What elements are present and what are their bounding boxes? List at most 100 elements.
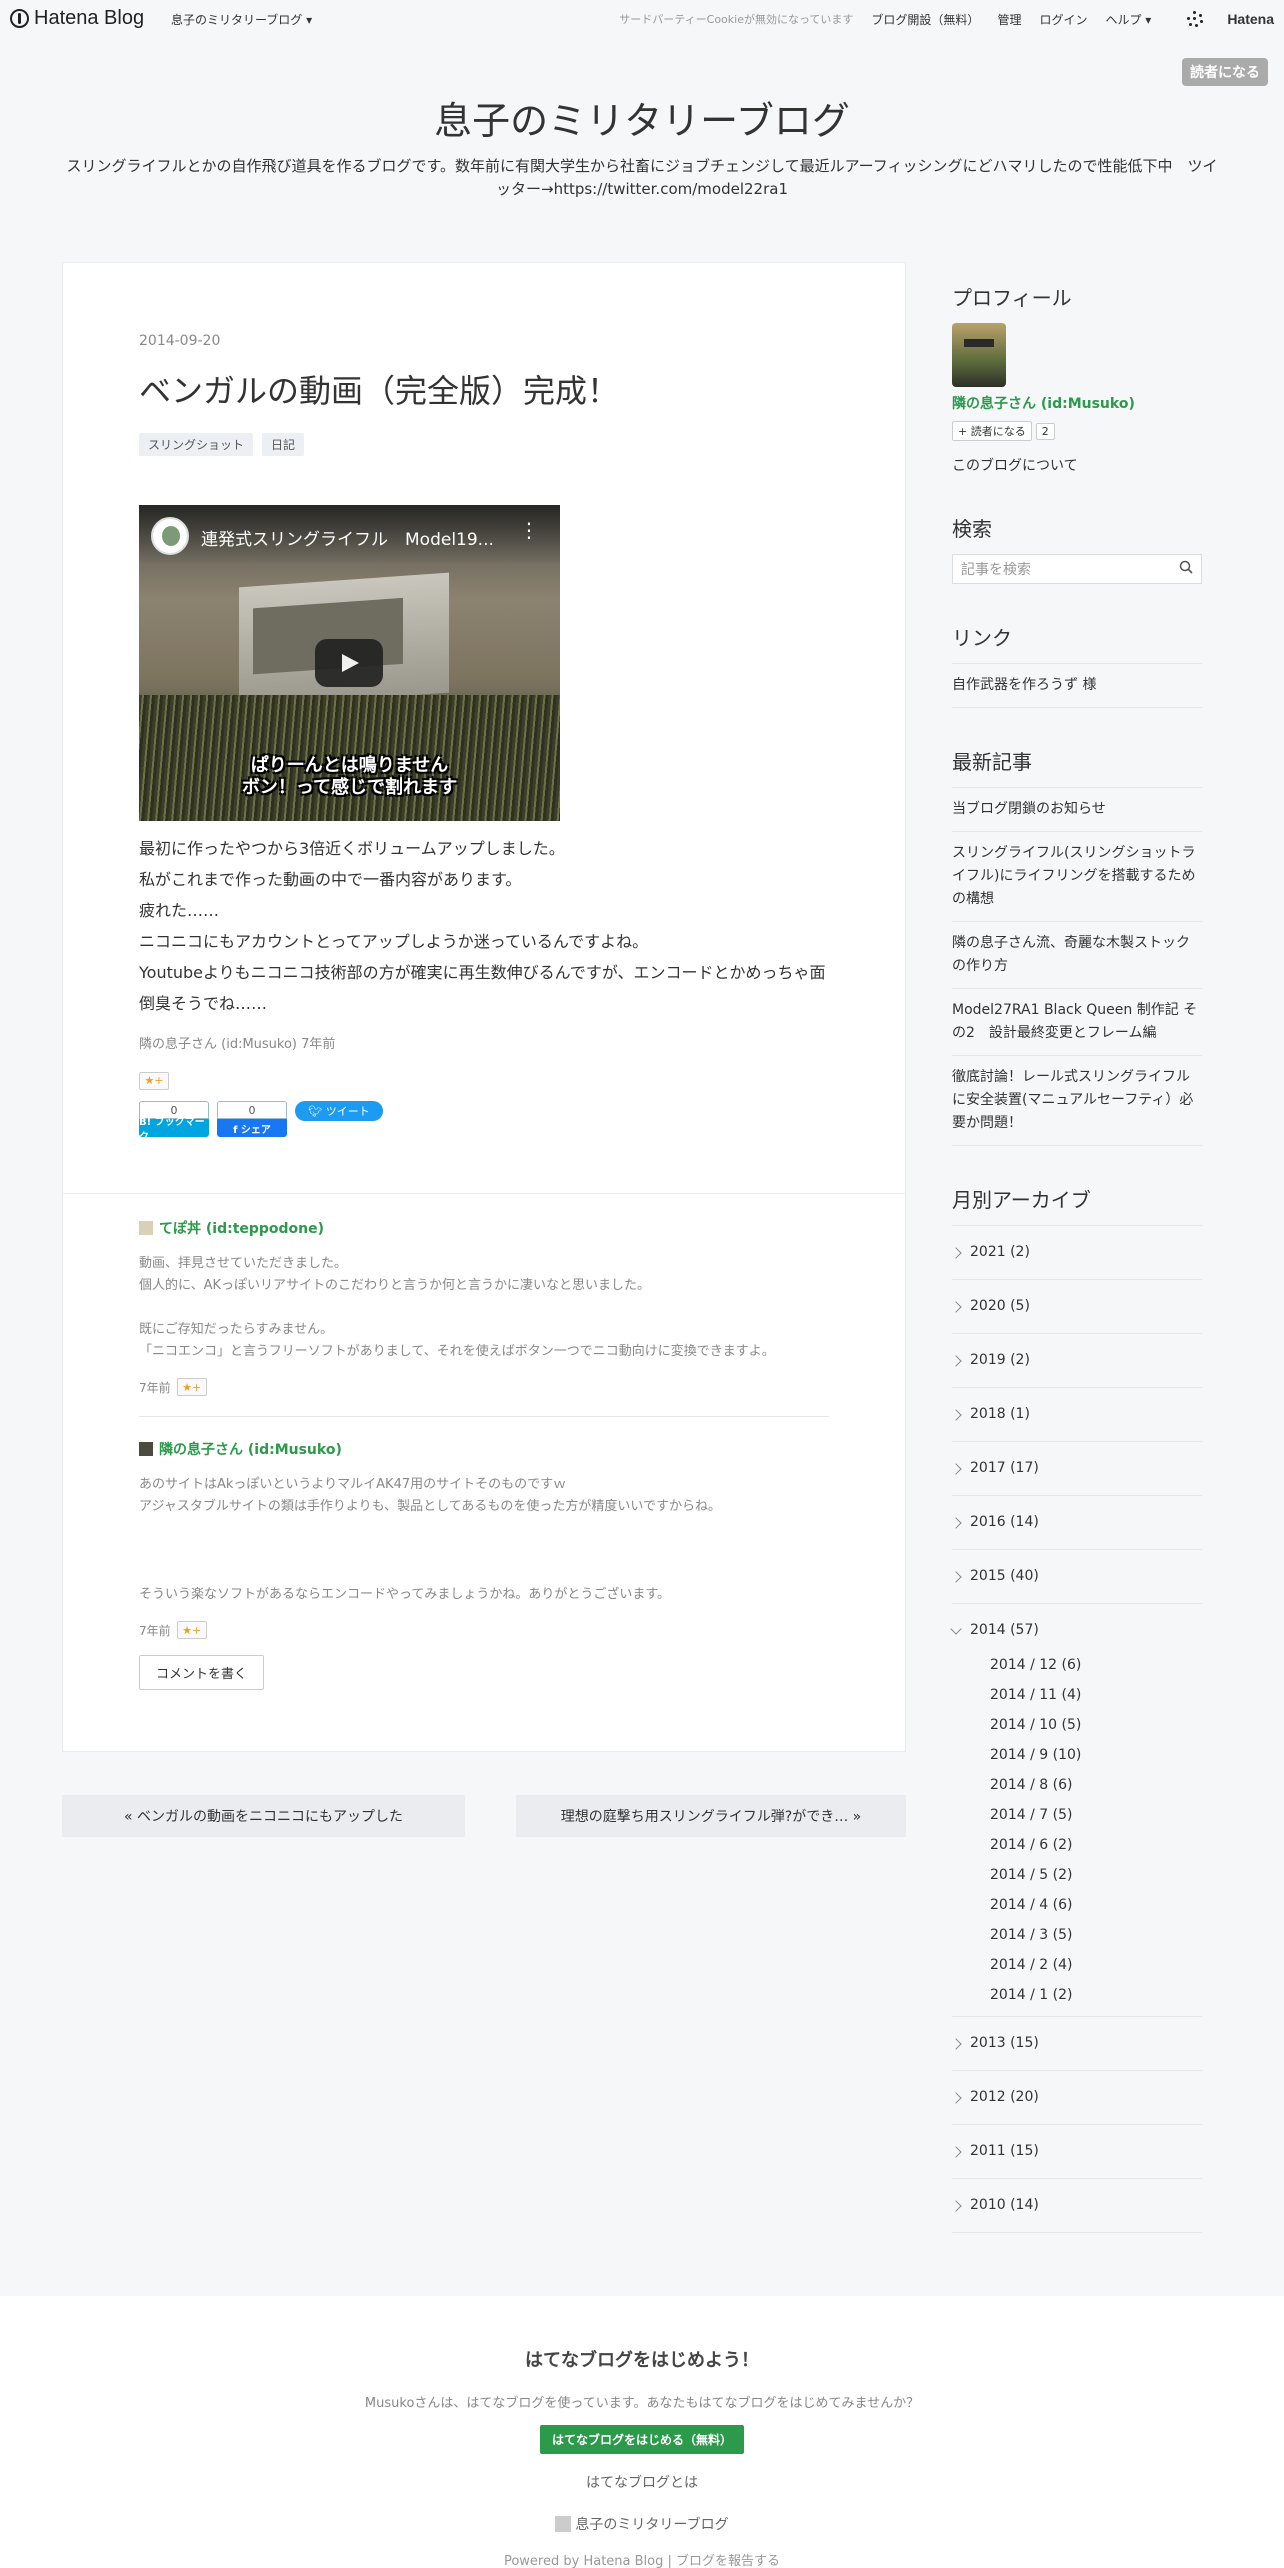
add-star-button[interactable]: ★+: [176, 1378, 207, 1396]
comment-line: [139, 1540, 829, 1562]
recent-entry-link[interactable]: 徹底討論！レール式スリングライフルに安全装置(マニュアルセーフティ）必要か問題！: [952, 1056, 1202, 1146]
archive-month-link[interactable]: 2014 / 1 (2): [990, 1980, 1202, 2010]
subscribe-button[interactable]: 読者になる: [1182, 58, 1268, 86]
archive-month-link[interactable]: 2014 / 8 (6): [990, 1770, 1202, 1800]
archive-year[interactable]: 2017 (17): [950, 1442, 1202, 1496]
archive-month-link[interactable]: 2014 / 12 (6): [990, 1650, 1202, 1680]
add-star-button[interactable]: ★+: [176, 1621, 207, 1639]
archive-month-link[interactable]: 2014 / 4 (6): [990, 1890, 1202, 1920]
chevron-right-icon: [950, 1516, 962, 1529]
write-comment-button[interactable]: コメントを書く: [139, 1655, 265, 1690]
comment-time[interactable]: 7年前: [139, 1379, 171, 1396]
comment-line: 既にご存知だったらすみません。: [139, 1322, 334, 1337]
comment-body: あのサイトはAkっぽいというよりマルイAK47用のサイトそのものですｗ アジャス…: [139, 1474, 829, 1606]
archive-list: 2021 (2) 2020 (5) 2019 (2) 2018 (1) 2017…: [950, 1225, 1202, 2233]
search-input[interactable]: 記事を検索: [952, 554, 1202, 584]
category-tag[interactable]: 日記: [262, 433, 305, 456]
search-placeholder: 記事を検索: [961, 562, 1031, 578]
archive-month-link[interactable]: 2014 / 2 (4): [990, 1950, 1202, 1980]
archive-year[interactable]: 2012 (20): [950, 2071, 1202, 2125]
chevron-right-icon: [950, 2037, 962, 2050]
profile-name[interactable]: 隣の息子さん (id:Musuko): [952, 393, 1202, 413]
hatena-bookmark-button[interactable]: 0 B! ブックマーク: [139, 1101, 209, 1143]
archive-year[interactable]: 2010 (14): [950, 2179, 1202, 2233]
hatena-menu[interactable]: Hatena: [1169, 11, 1274, 27]
archive-month-link[interactable]: 2014 / 6 (2): [990, 1830, 1202, 1860]
archive-month-link[interactable]: 2014 / 5 (2): [990, 1860, 1202, 1890]
subscriber-count[interactable]: 2: [1035, 422, 1055, 440]
channel-avatar-icon[interactable]: [151, 517, 189, 555]
manage-link[interactable]: 管理: [997, 11, 1021, 28]
archive-year[interactable]: 2014 (57): [950, 1604, 1202, 1646]
archive-year-label: 2016 (14): [970, 1514, 1039, 1530]
open-blog-link[interactable]: ブログ開設（無料）: [871, 11, 979, 28]
search-module: 検索 記事を検索: [952, 513, 1202, 584]
help-menu[interactable]: ヘルプ ▾: [1105, 11, 1151, 28]
global-header: Hatena Blog 息子のミリタリーブログ ▾ サードパーティーCookie…: [0, 0, 1284, 38]
share-buttons: 0 B! ブックマーク 0f シェア 🐦︎ ツイート: [139, 1101, 383, 1143]
about-hatena-blog-link[interactable]: はてなブログとは: [0, 2472, 1284, 2492]
search-icon[interactable]: [1179, 560, 1193, 578]
archive-month-link[interactable]: 2014 / 7 (5): [990, 1800, 1202, 1830]
archive-month-link[interactable]: 2014 / 9 (10): [990, 1740, 1202, 1770]
archive-month-link[interactable]: 2014 / 11 (4): [990, 1680, 1202, 1710]
start-blog-button[interactable]: はてなブログをはじめる（無料）: [539, 2425, 744, 2454]
prev-entry-link[interactable]: « ベンガルの動画をニコニコにもアップした: [62, 1795, 465, 1837]
archive-month-link[interactable]: 2014 / 3 (5): [990, 1920, 1202, 1950]
video-title[interactable]: 連発式スリングライフル Model19...: [201, 525, 511, 550]
category-tag[interactable]: スリングショット: [139, 433, 254, 456]
archive-module: 月別アーカイブ 2021 (2) 2020 (5) 2019 (2) 2018 …: [950, 1184, 1202, 2233]
body-line: Youtubeよりもニコニコ技術部の方が確実に再生数伸びるんですが、エンコードと…: [139, 963, 826, 1013]
archive-year-label: 2014 (57): [970, 1622, 1039, 1638]
recent-entry-link[interactable]: Model27RA1 Black Queen 制作記 その2 設計最終変更とフレ…: [952, 989, 1202, 1056]
chevron-right-icon: [950, 1300, 962, 1313]
video-caption-line: ぱりーんとは鳴りません: [250, 755, 449, 776]
powered-by[interactable]: Powered by Hatena Blog | ブログを報告する: [0, 2550, 1284, 2568]
play-icon[interactable]: [315, 639, 383, 687]
archive-year[interactable]: 2021 (2): [950, 1226, 1202, 1280]
profile-subscribe-button[interactable]: + 読者になる: [952, 421, 1032, 441]
comment-item: てぽ丼 (id:teppodone) 動画、拝見させていただきました。 個人的に…: [139, 1218, 829, 1396]
youtube-embed[interactable]: 連発式スリングライフル Model19... ⋮ ぱりーんとは鳴りません ボン！っ…: [139, 505, 560, 821]
archive-month-link[interactable]: 2014 / 10 (5): [990, 1710, 1202, 1740]
sidebar: プロフィール 隣の息子さん (id:Musuko) + 読者になる 2 このブログ…: [950, 282, 1202, 2271]
chevron-right-icon: [950, 1246, 962, 1259]
comment-author[interactable]: 隣の息子さん (id:Musuko): [139, 1439, 829, 1459]
archive-year[interactable]: 2013 (15): [950, 2017, 1202, 2071]
recent-entry-link[interactable]: 隣の息子さん流、奇麗な木製ストックの作り方: [952, 922, 1202, 989]
commenter-avatar-icon: [139, 1221, 153, 1235]
archive-year[interactable]: 2020 (5): [950, 1280, 1202, 1334]
more-options-icon[interactable]: ⋮: [519, 520, 539, 540]
comment-line: そういう楽なソフトがあるならエンコードやってみましょうかね。ありがとうございます…: [139, 1587, 671, 1602]
about-blog-link[interactable]: このブログについて: [952, 455, 1202, 475]
link-item[interactable]: 自作武器を作ろうず 様: [952, 664, 1202, 708]
add-star-button[interactable]: ★+: [139, 1071, 169, 1090]
footer-blog-link[interactable]: 息子のミリタリーブログ: [0, 2514, 1284, 2534]
archive-year[interactable]: 2018 (1): [950, 1388, 1202, 1442]
comment-author[interactable]: てぽ丼 (id:teppodone): [139, 1218, 829, 1238]
cookie-notice: サードパーティーCookieが無効になっています: [619, 13, 854, 26]
entry-title[interactable]: ベンガルの動画（完全版）完成！: [139, 366, 619, 412]
archive-year[interactable]: 2015 (40): [950, 1550, 1202, 1604]
entry-byline[interactable]: 隣の息子さん (id:Musuko) 7年前: [139, 1033, 335, 1052]
footer-heading: はてなブログをはじめよう！: [525, 2350, 759, 2371]
facebook-share-button[interactable]: 0f シェア: [217, 1101, 287, 1139]
next-entry-link[interactable]: 理想の庭撃ち用スリングライフル弾?ができ… »: [516, 1795, 906, 1837]
profile-avatar[interactable]: [952, 323, 1006, 387]
commenter-avatar-icon: [139, 1442, 153, 1456]
blog-title[interactable]: 息子のミリタリーブログ: [0, 90, 1284, 145]
tweet-button[interactable]: 🐦︎ ツイート: [295, 1101, 383, 1121]
blog-selector[interactable]: 息子のミリタリーブログ ▾: [171, 11, 312, 28]
footer-text: Musukoさんは、はてなブログを使っています。あなたもはてなブログをはじめてみ…: [364, 2396, 920, 2411]
hatena-blog-logo[interactable]: Hatena Blog: [10, 7, 144, 30]
recent-entry-link[interactable]: スリングライフル(スリングショットライフル)にライフリングを搭載するための構想: [952, 832, 1202, 922]
archive-year[interactable]: 2011 (15): [950, 2125, 1202, 2179]
comment-line: あのサイトはAkっぽいというよりマルイAK47用のサイトそのものですｗ: [139, 1477, 567, 1492]
login-link[interactable]: ログイン: [1039, 11, 1087, 28]
comment-time[interactable]: 7年前: [139, 1622, 171, 1639]
recent-entry-link[interactable]: 当ブログ閉鎖のお知らせ: [952, 788, 1202, 832]
comment-author-name: 隣の息子さん (id:Musuko): [159, 1442, 342, 1458]
archive-year[interactable]: 2019 (2): [950, 1334, 1202, 1388]
archive-year[interactable]: 2016 (14): [950, 1496, 1202, 1550]
entry-date[interactable]: 2014-09-20: [139, 333, 220, 349]
